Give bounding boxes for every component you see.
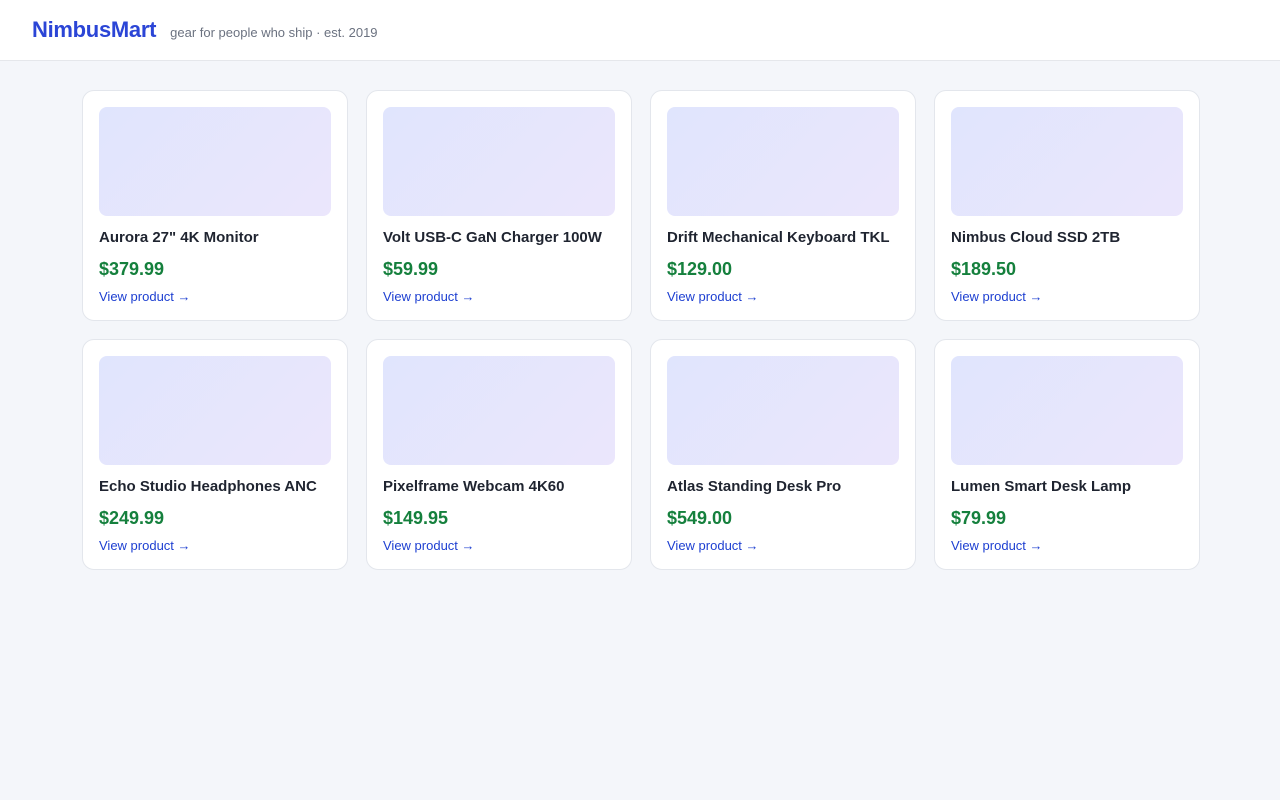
product-name: Echo Studio Headphones ANC (99, 478, 317, 495)
product-card: Pixelframe Webcam 4K60 $149.95 View prod… (366, 339, 632, 570)
product-card: Echo Studio Headphones ANC $249.99 View … (82, 339, 348, 570)
site-header: NimbusMart gear for people who ship · es… (0, 0, 1280, 61)
product-price: $379.99 (99, 259, 165, 279)
view-product-link[interactable]: View product → (951, 538, 1043, 553)
view-product-link[interactable]: View product → (99, 289, 191, 304)
product-name: Volt USB-C GaN Charger 100W (383, 229, 602, 246)
product-name: Pixelframe Webcam 4K60 (383, 478, 565, 495)
product-image-placeholder[interactable] (99, 107, 331, 216)
product-image-placeholder[interactable] (383, 107, 615, 216)
product-image-placeholder[interactable] (667, 107, 899, 216)
product-name: Atlas Standing Desk Pro (667, 478, 842, 495)
product-image-placeholder[interactable] (951, 107, 1183, 216)
product-price: $189.50 (951, 259, 1017, 279)
product-card: Nimbus Cloud SSD 2TB $189.50 View produc… (934, 90, 1200, 321)
product-name: Drift Mechanical Keyboard TKL (667, 229, 890, 246)
product-card: Drift Mechanical Keyboard TKL $129.00 Vi… (650, 90, 916, 321)
product-card: Aurora 27" 4K Monitor $379.99 View produ… (82, 90, 348, 321)
product-price: $59.99 (383, 259, 439, 279)
product-card: Lumen Smart Desk Lamp $79.99 View produc… (934, 339, 1200, 570)
product-image-placeholder[interactable] (951, 356, 1183, 465)
view-product-link[interactable]: View product → (383, 538, 475, 553)
view-product-link[interactable]: View product → (667, 289, 759, 304)
product-price: $549.00 (667, 508, 733, 528)
product-image-placeholder[interactable] (667, 356, 899, 465)
view-product-link[interactable]: View product → (99, 538, 191, 553)
view-product-link[interactable]: View product → (951, 289, 1043, 304)
product-price: $129.00 (667, 259, 733, 279)
view-product-link[interactable]: View product → (667, 538, 759, 553)
brand-tagline: gear for people who ship · est. 2019 (170, 24, 378, 40)
product-image-placeholder[interactable] (99, 356, 331, 465)
product-grid: Aurora 27" 4K Monitor $379.99 View produ… (82, 90, 1200, 570)
product-card: Volt USB-C GaN Charger 100W $59.99 View … (366, 90, 632, 321)
product-card: Atlas Standing Desk Pro $549.00 View pro… (650, 339, 916, 570)
product-name: Aurora 27" 4K Monitor (99, 229, 259, 246)
product-name: Lumen Smart Desk Lamp (951, 478, 1132, 495)
product-price: $149.95 (383, 508, 449, 528)
product-image-placeholder[interactable] (383, 356, 615, 465)
brand-logo[interactable]: NimbusMart (32, 17, 156, 43)
product-name: Nimbus Cloud SSD 2TB (951, 229, 1121, 246)
product-price: $249.99 (99, 508, 165, 528)
product-price: $79.99 (951, 508, 1007, 528)
view-product-link[interactable]: View product → (383, 289, 475, 304)
